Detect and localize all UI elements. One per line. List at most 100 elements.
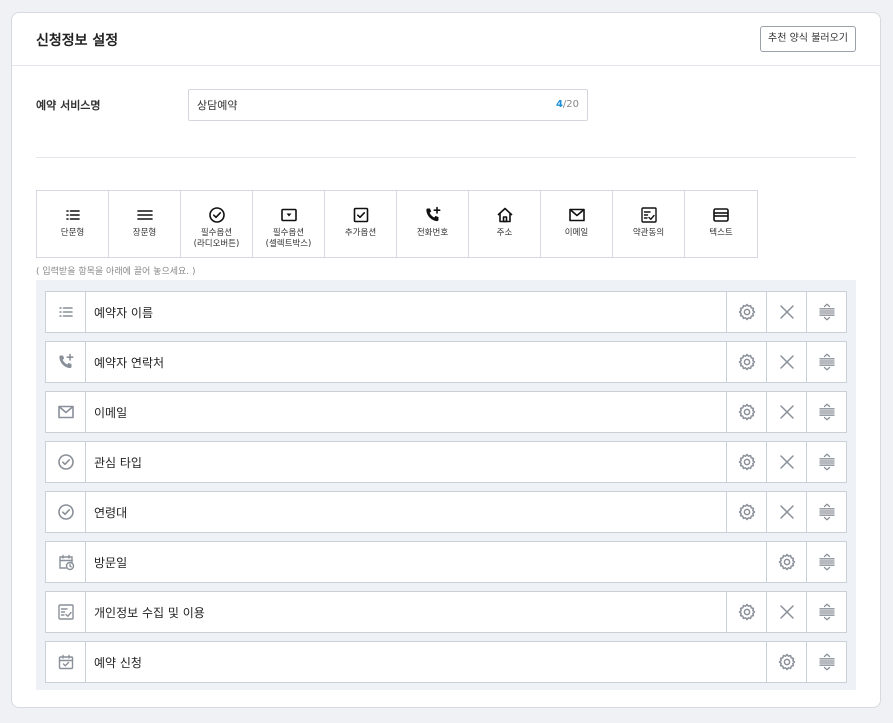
field-row[interactable]: 개인정보 수집 및 이용 [45,591,847,633]
field-settings-button[interactable] [766,542,806,582]
calendar-check-icon [46,642,86,682]
drag-handle-icon [818,353,836,371]
field-row[interactable]: 예약자 연락처 [45,341,847,383]
palette-item-label: 단문형 [60,228,85,238]
field-type-palette: 단문형 장문형 필수옵션 (라디오버튼) 필수옵션 (셀렉트박스) 추가옵션 전화번호 주소… [36,190,758,258]
field-row-label: 예약 신청 [94,655,142,670]
palette-item-label: 필수옵션 (셀렉트박스) [265,228,312,249]
service-name-field[interactable]: 4/20 [188,89,588,121]
palette-item-label: 이메일 [564,228,589,238]
load-recommended-form-button[interactable]: 추천 양식 불러오기 [760,26,856,52]
field-row-label: 예약자 연락처 [94,355,165,370]
drag-handle-icon [818,403,836,421]
field-row[interactable]: 연령대 [45,491,847,533]
gear-icon [778,553,796,571]
field-delete-button[interactable] [766,442,806,482]
phone-plus-icon [46,342,86,382]
close-icon [778,353,796,371]
field-drag-handle[interactable] [806,342,846,382]
service-name-input[interactable] [197,90,537,120]
char-max: /20 [562,99,579,110]
palette-item-select-box[interactable]: 필수옵션 (셀렉트박스) [253,191,325,257]
field-row-label: 예약자 이름 [94,305,154,320]
drag-handle-icon [818,603,836,621]
palette-item-label: 텍스트 [709,228,733,238]
palette-item-label: 추가옵션 [344,228,377,238]
checkbox-icon [352,206,370,224]
settings-card: 신청정보 설정 추천 양식 불러오기 예약 서비스명 4/20 단문형 장문형 필수… [11,12,881,708]
service-name-label: 예약 서비스명 [36,99,101,112]
field-settings-button[interactable] [726,292,766,332]
gear-icon [738,603,756,621]
palette-item-phone-plus[interactable]: 전화번호 [397,191,469,257]
field-delete-button[interactable] [766,342,806,382]
gear-icon [778,653,796,671]
palette-item-radio-check[interactable]: 필수옵션 (라디오버튼) [181,191,253,257]
field-row[interactable]: 방문일 [45,541,847,583]
field-settings-button[interactable] [766,642,806,682]
terms-check-icon [640,206,658,224]
field-drag-handle[interactable] [806,392,846,432]
palette-item-label: 약관동의 [632,228,665,238]
palette-item-mail[interactable]: 이메일 [541,191,613,257]
gear-icon [738,453,756,471]
close-icon [778,503,796,521]
palette-item-text-block[interactable]: 텍스트 [685,191,757,257]
field-row[interactable]: 예약자 이름 [45,291,847,333]
field-drag-handle[interactable] [806,442,846,482]
drag-handle-icon [818,653,836,671]
gear-icon [738,353,756,371]
field-drag-handle[interactable] [806,542,846,582]
calendar-clock-icon [46,542,86,582]
field-row[interactable]: 관심 타입 [45,441,847,483]
field-drag-handle[interactable] [806,592,846,632]
field-row-label: 방문일 [94,555,128,570]
field-drag-handle[interactable] [806,492,846,532]
drag-handle-icon [818,553,836,571]
page-title: 신청정보 설정 [36,33,119,49]
char-count: 4 [555,99,563,110]
radio-check-icon [46,492,86,532]
palette-item-checkbox[interactable]: 추가옵션 [325,191,397,257]
field-settings-button[interactable] [726,392,766,432]
palette-item-terms-check[interactable]: 약관동의 [613,191,685,257]
field-row[interactable]: 예약 신청 [45,641,847,683]
gear-icon [738,303,756,321]
field-settings-button[interactable] [726,492,766,532]
field-drag-handle[interactable] [806,292,846,332]
gear-icon [738,503,756,521]
field-delete-button[interactable] [766,492,806,532]
drag-handle-icon [818,303,836,321]
form-field-list[interactable]: 예약자 이름예약자 연락처이메일관심 타입연령대방문일개인정보 수집 및 이용예… [36,280,856,690]
card-header: 신청정보 설정 추천 양식 불러오기 [12,13,880,66]
drag-handle-icon [818,453,836,471]
palette-item-long-text[interactable]: 장문형 [109,191,181,257]
divider [36,157,856,158]
radio-check-icon [46,442,86,482]
field-row-label: 연령대 [94,505,128,520]
field-delete-button[interactable] [766,292,806,332]
text-block-icon [712,206,730,224]
field-drag-handle[interactable] [806,642,846,682]
close-icon [778,603,796,621]
field-row-label: 이메일 [94,405,128,420]
field-row[interactable]: 이메일 [45,391,847,433]
close-icon [778,303,796,321]
field-settings-button[interactable] [726,442,766,482]
palette-item-label: 필수옵션 (라디오버튼) [193,228,240,249]
palette-item-label: 장문형 [132,228,157,238]
palette-item-home[interactable]: 주소 [469,191,541,257]
char-counter: 4/20 [556,99,579,110]
field-settings-button[interactable] [726,592,766,632]
field-row-label: 관심 타입 [94,455,142,470]
home-icon [496,206,514,224]
field-row-label: 개인정보 수집 및 이용 [94,605,205,620]
field-delete-button[interactable] [766,592,806,632]
palette-item-short-text[interactable]: 단문형 [37,191,109,257]
long-text-icon [136,206,154,224]
palette-item-label: 주소 [496,228,513,238]
drag-handle-icon [818,503,836,521]
close-icon [778,453,796,471]
field-settings-button[interactable] [726,342,766,382]
field-delete-button[interactable] [766,392,806,432]
